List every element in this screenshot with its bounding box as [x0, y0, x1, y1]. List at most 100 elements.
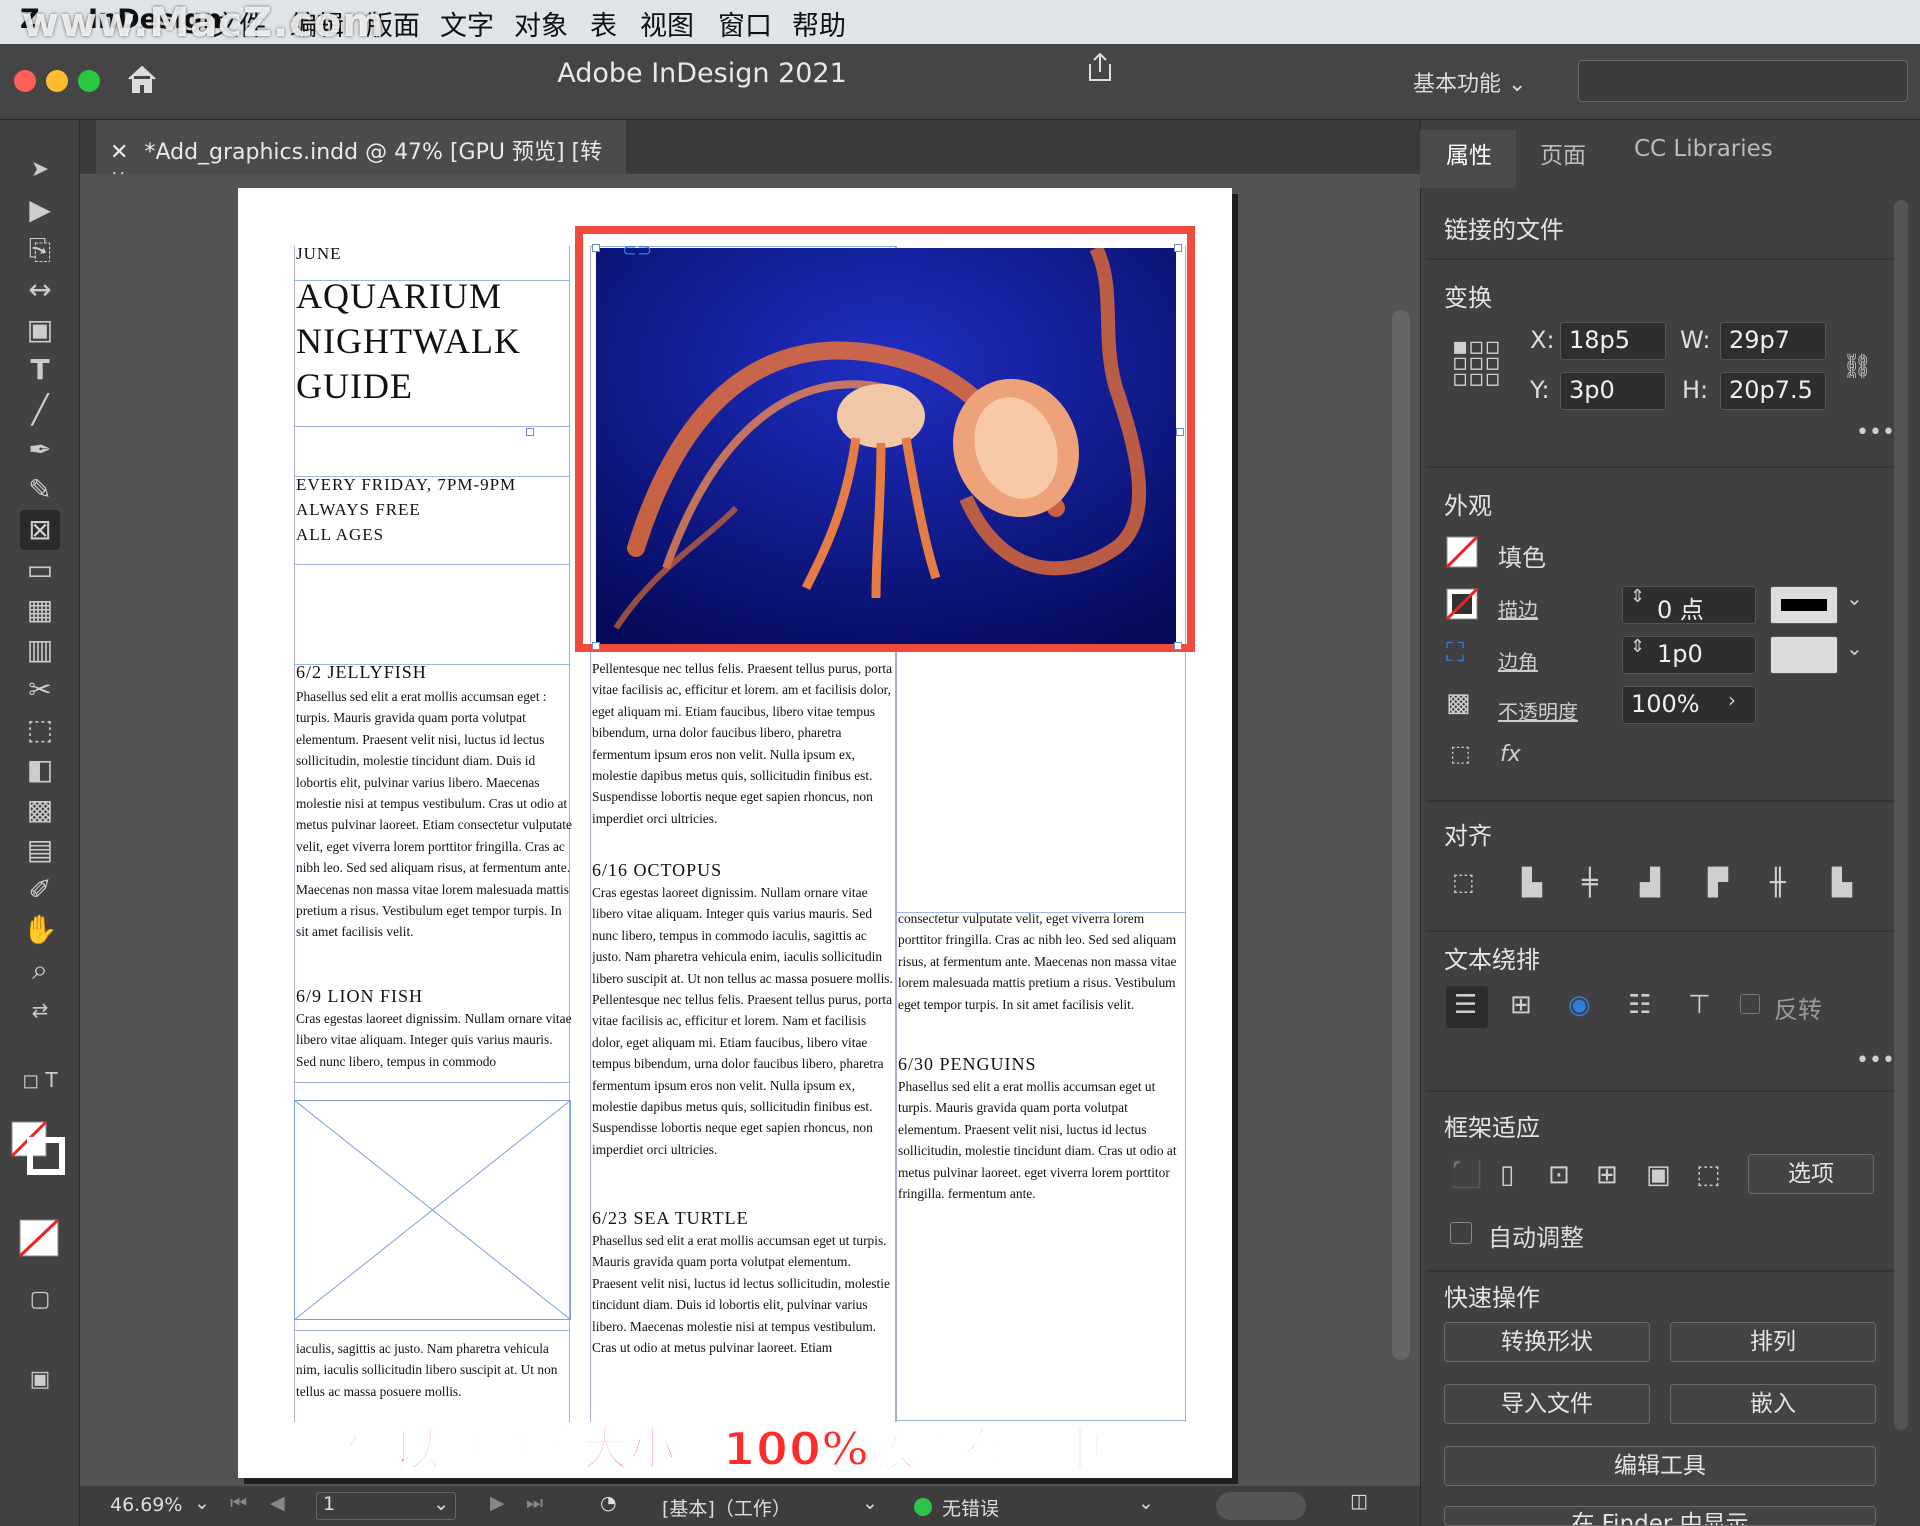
menu-item-view[interactable]: 视图	[640, 4, 694, 43]
tab-pages[interactable]: 页面	[1540, 136, 1586, 170]
chevron-down-icon[interactable]: ⌄	[1846, 636, 1863, 660]
preflight-icon[interactable]: ◔	[600, 1492, 617, 1514]
x-position-field[interactable]: 18p5	[1560, 322, 1666, 360]
chevron-down-icon[interactable]: ⌄	[862, 1492, 878, 1514]
free-transform-tool-icon[interactable]: ⬚	[20, 710, 60, 750]
canvas-vertical-scrollbar[interactable]	[1392, 310, 1410, 1360]
convert-shape-button[interactable]: 转换形状	[1444, 1322, 1650, 1362]
stroke-options-icon[interactable]: ⬚	[1450, 742, 1471, 767]
frame-handle[interactable]	[592, 642, 600, 650]
corner-options-icon[interactable]: ⛶	[1446, 638, 1464, 669]
stepper-icon[interactable]: ⇕	[1630, 636, 1645, 657]
align-right-icon[interactable]: ▟	[1640, 868, 1660, 898]
vertical-grid-tool-icon[interactable]: ▥	[20, 630, 60, 670]
apply-none-icon[interactable]	[18, 1218, 60, 1258]
stroke-label[interactable]: 描边	[1498, 594, 1538, 623]
note-tool-icon[interactable]: ▤	[20, 830, 60, 870]
document-tab[interactable]: ✕*Add_graphics.indd @ 47% [GPU 预览] [转换]	[96, 120, 626, 197]
menu-item-help[interactable]: 帮助	[792, 4, 846, 43]
fit-content-proportionally-icon[interactable]: ▯	[1500, 1160, 1514, 1190]
constrain-proportions-icon[interactable]: ⛓	[1842, 352, 1872, 380]
wrap-object-shape-icon[interactable]: ◉	[1568, 990, 1591, 1020]
chevron-right-icon[interactable]: ›	[1728, 688, 1736, 712]
frame-handle[interactable]	[1176, 428, 1184, 436]
screen-mode-icon[interactable]: ▢	[20, 1280, 60, 1320]
menu-item-type[interactable]: 文字	[440, 4, 494, 43]
next-page-icon[interactable]: ▶	[490, 1492, 505, 1514]
no-wrap-button[interactable]: ☰	[1446, 986, 1488, 1028]
auto-fit-checkbox[interactable]	[1450, 1222, 1472, 1244]
width-field[interactable]: 29p7	[1720, 322, 1826, 360]
menu-item-table[interactable]: 表	[590, 4, 617, 43]
frame-handle[interactable]	[1174, 642, 1182, 650]
gradient-swatch-tool-icon[interactable]: ◧	[20, 750, 60, 790]
jump-next-column-icon[interactable]: ⊤	[1688, 990, 1711, 1020]
split-view-icon[interactable]: ◫	[1350, 1490, 1368, 1512]
more-options-icon[interactable]: •••	[1856, 420, 1895, 445]
gap-tool-icon[interactable]: ↔	[20, 270, 60, 310]
content-aware-fit-icon[interactable]: ⬚	[1696, 1160, 1721, 1190]
fitting-options-button[interactable]: 选项	[1748, 1154, 1874, 1194]
chevron-down-icon[interactable]: ⌄	[194, 1492, 210, 1514]
panel-scrollbar[interactable]	[1894, 200, 1908, 1430]
fill-frame-proportionally-icon[interactable]: ⬛	[1450, 1160, 1482, 1190]
chevron-down-icon[interactable]: ⌄	[1138, 1492, 1154, 1514]
effects-icon[interactable]: fx	[1500, 742, 1521, 767]
fill-stroke-swatch-icon[interactable]	[10, 1120, 66, 1176]
empty-graphic-frame[interactable]	[294, 1100, 571, 1320]
page-number-field[interactable]: 1 ⌄	[316, 1492, 456, 1520]
center-content-icon[interactable]: ▣	[1646, 1160, 1671, 1190]
import-file-button[interactable]: 导入文件	[1444, 1384, 1650, 1424]
formatting-container-icon[interactable]: ◻ T	[20, 1060, 60, 1100]
scissors-tool-icon[interactable]: ✂	[20, 670, 60, 710]
pencil-tool-icon[interactable]: ✎	[20, 470, 60, 510]
more-options-icon[interactable]: •••	[1856, 1048, 1895, 1073]
fit-content-to-frame-icon[interactable]: ⊞	[1596, 1160, 1618, 1190]
gradient-feather-tool-icon[interactable]: ▩	[20, 790, 60, 830]
direct-selection-tool-icon[interactable]: ▶	[20, 190, 60, 230]
fit-frame-to-content-icon[interactable]: ⊡	[1548, 1160, 1570, 1190]
align-bottom-icon[interactable]: ▙	[1832, 868, 1852, 898]
frame-handle[interactable]	[592, 244, 600, 252]
zoom-tool-icon[interactable]: ⌕	[20, 950, 60, 990]
embed-button[interactable]: 嵌入	[1670, 1384, 1876, 1424]
share-icon[interactable]	[1086, 52, 1114, 82]
align-to-selection-icon[interactable]: ⬚	[1452, 868, 1475, 896]
align-left-icon[interactable]: ▙	[1522, 868, 1542, 898]
first-page-icon[interactable]: ⏮	[230, 1492, 247, 1514]
rectangle-tool-icon[interactable]: ▭	[20, 550, 60, 590]
horizontal-grid-tool-icon[interactable]: ▦	[20, 590, 60, 630]
y-position-field[interactable]: 3p0	[1560, 372, 1666, 410]
horizontal-scrollbar[interactable]	[1216, 1492, 1306, 1520]
invert-checkbox[interactable]	[1740, 994, 1760, 1014]
corner-shape-swatch[interactable]	[1770, 636, 1838, 674]
zoom-level[interactable]: 46.69%	[110, 1494, 182, 1516]
close-tab-icon[interactable]: ✕	[110, 140, 128, 165]
jellyfish-image[interactable]	[596, 248, 1176, 644]
align-horizontal-center-icon[interactable]: ╪	[1582, 868, 1598, 898]
stepper-icon[interactable]: ⇕	[1630, 586, 1645, 607]
stroke-type-swatch[interactable]	[1770, 586, 1838, 624]
document-page[interactable]: JUNE AQUARIUM NIGHTWALK GUIDE EVERY FRID…	[238, 188, 1232, 1478]
view-mode-icon[interactable]: ▣	[20, 1360, 60, 1400]
align-top-icon[interactable]: ▛	[1708, 868, 1728, 898]
arrange-button[interactable]: 排列	[1670, 1322, 1876, 1362]
reveal-in-finder-button[interactable]: 在 Finder 中显示	[1444, 1506, 1876, 1526]
preflight-profile[interactable]: [基本]（工作）	[662, 1494, 791, 1521]
content-collector-icon[interactable]: ▣	[20, 310, 60, 350]
line-tool-icon[interactable]: ╱	[20, 390, 60, 430]
hand-tool-icon[interactable]: ✋	[20, 910, 60, 950]
link-icon[interactable]: ⊂⊃	[622, 240, 652, 261]
selection-tool-icon[interactable]: ➤	[20, 150, 60, 190]
eyedropper-tool-icon[interactable]: ✐	[20, 870, 60, 910]
workspace-switcher[interactable]: 基本功能 ⌄	[1413, 66, 1526, 98]
tab-cc-libraries[interactable]: CC Libraries	[1634, 136, 1773, 162]
previous-page-icon[interactable]: ◀	[270, 1492, 285, 1514]
height-field[interactable]: 20p7.5	[1720, 372, 1826, 410]
stroke-none-swatch-icon[interactable]	[1446, 588, 1478, 620]
search-input[interactable]	[1578, 60, 1908, 102]
edit-tool-button[interactable]: 编辑工具	[1444, 1446, 1876, 1486]
last-page-icon[interactable]: ⏭	[526, 1492, 543, 1514]
opacity-label[interactable]: 不透明度	[1498, 696, 1578, 725]
jump-object-icon[interactable]: ☷	[1628, 990, 1651, 1020]
